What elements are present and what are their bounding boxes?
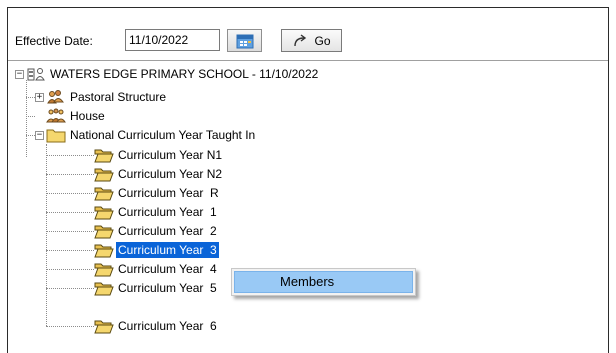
tree-node-curriculum-year[interactable]: Curriculum Year 2 — [94, 222, 219, 240]
tree-connector — [46, 326, 94, 327]
tree-node-label: Curriculum Year 2 — [118, 224, 217, 238]
tree-connector — [46, 250, 94, 251]
open-folder-icon — [94, 206, 114, 220]
tree-node-label: Curriculum Year 1 — [118, 205, 217, 219]
calendar-icon — [236, 34, 253, 48]
tree-connector — [46, 288, 94, 289]
open-folder-icon — [94, 282, 114, 296]
tree-connector — [46, 144, 47, 326]
house-icon — [46, 108, 66, 123]
tree-connector — [26, 80, 27, 157]
go-button-label: Go — [314, 33, 331, 48]
tree-connector — [26, 135, 35, 136]
tree-connector — [46, 174, 94, 175]
school-icon — [27, 68, 45, 81]
tree-node-curriculum-year[interactable]: Curriculum Year N2 — [94, 165, 224, 183]
calendar-button[interactable] — [227, 29, 262, 52]
tree-connector — [26, 116, 35, 117]
tree-node-house[interactable]: House — [46, 107, 107, 125]
tree-node-label: Curriculum Year 3 — [116, 242, 219, 258]
tree-node-label: Curriculum Year 5 — [118, 281, 217, 295]
context-menu: Members — [231, 268, 416, 296]
expand-toggle[interactable]: + — [35, 93, 44, 102]
tree-connector — [46, 231, 94, 232]
tree-node-label: House — [70, 109, 105, 123]
tree-node-curriculum-year[interactable]: Curriculum Year 4 — [94, 260, 219, 278]
open-folder-icon — [94, 263, 114, 277]
tree-node-root[interactable]: WATERS EDGE PRIMARY SCHOOL - 11/10/2022 — [26, 65, 320, 83]
tree-node-label: Curriculum Year R — [118, 186, 219, 200]
collapse-toggle[interactable]: − — [35, 131, 44, 140]
tree-connector — [46, 193, 94, 194]
tree-node-curriculum-year[interactable]: Curriculum Year 1 — [94, 203, 219, 221]
tree-node-label: Curriculum Year N2 — [118, 167, 223, 181]
tree-node-curriculum-year[interactable]: Curriculum Year R — [94, 184, 221, 202]
open-folder-icon — [94, 168, 114, 182]
tree-node-pastoral-structure[interactable]: Pastoral Structure — [46, 88, 168, 106]
collapse-toggle[interactable]: − — [15, 70, 24, 79]
tree-connector — [46, 269, 94, 270]
go-button[interactable]: Go — [281, 29, 342, 52]
tree-node-label: Curriculum Year 4 — [118, 262, 217, 276]
tree-node-national-curriculum[interactable]: National Curriculum Year Taught In — [46, 126, 257, 144]
effective-date-label: Effective Date: — [15, 34, 93, 48]
tree-node-label: Curriculum Year 6 — [118, 319, 217, 333]
open-folder-icon — [94, 187, 114, 201]
tree-node-label: National Curriculum Year Taught In — [70, 128, 256, 142]
context-menu-item-members[interactable]: Members — [234, 271, 413, 293]
tree-node-label: Curriculum Year N1 — [118, 148, 223, 162]
tree-connector — [26, 97, 35, 98]
tree-node-curriculum-year[interactable]: Curriculum Year 6 — [94, 317, 219, 335]
open-folder-icon — [94, 149, 114, 163]
tree-node-curriculum-year[interactable]: Curriculum Year 5 — [94, 279, 219, 297]
open-folder-icon — [94, 225, 114, 239]
open-folder-icon — [94, 244, 114, 258]
folder-icon — [46, 129, 66, 143]
arrow-redo-icon — [294, 33, 307, 46]
tree-node-curriculum-year[interactable]: Curriculum Year N1 — [94, 146, 224, 164]
pastoral-structure-icon — [47, 90, 64, 104]
tree-connector — [46, 212, 94, 213]
tree-view[interactable]: − WATERS EDGE PRIMARY SCHOOL - 11/10/202… — [8, 62, 608, 353]
tree-node-curriculum-year-selected[interactable]: Curriculum Year 3 — [94, 241, 219, 259]
effective-date-input[interactable] — [125, 29, 220, 51]
tree-node-label: Pastoral Structure — [70, 90, 167, 104]
tree-node-label: WATERS EDGE PRIMARY SCHOOL - 11/10/2022 — [50, 67, 319, 81]
open-folder-icon — [94, 320, 114, 334]
tree-connector — [46, 155, 94, 156]
